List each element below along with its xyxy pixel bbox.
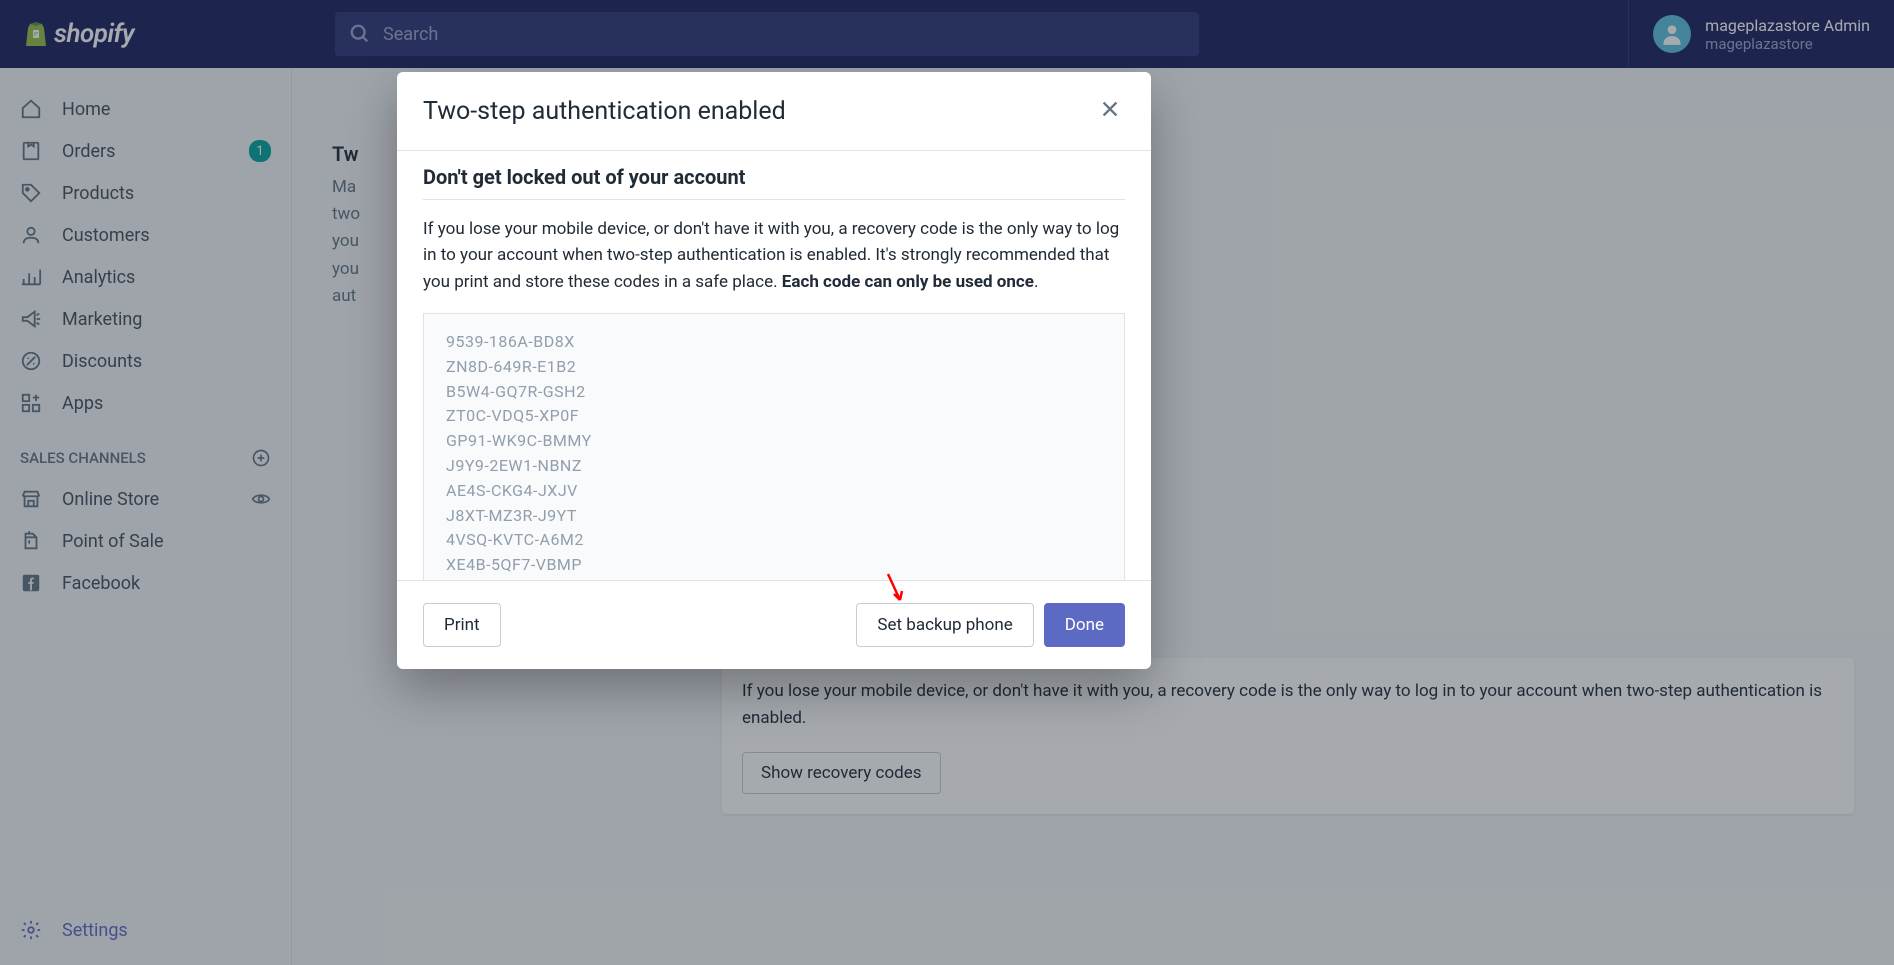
modal-text: If you lose your mobile device, or don't… xyxy=(423,216,1125,295)
two-step-modal: Two-step authentication enabled Don't ge… xyxy=(397,72,1151,669)
recovery-code: B5W4-GQ7R-GSH2 xyxy=(446,380,1102,405)
recovery-code: ZN8D-649R-E1B2 xyxy=(446,355,1102,380)
recovery-code: 9539-186A-BD8X xyxy=(446,330,1102,355)
recovery-codes-box: 9539-186A-BD8X ZN8D-649R-E1B2 B5W4-GQ7R-… xyxy=(423,313,1125,580)
close-icon xyxy=(1099,98,1121,120)
recovery-code: 4VSQ-KVTC-A6M2 xyxy=(446,528,1102,553)
modal-subtitle: Don't get locked out of your account xyxy=(423,151,1125,200)
recovery-code: J8XT-MZ3R-J9YT xyxy=(446,504,1102,529)
modal-header: Two-step authentication enabled xyxy=(397,72,1151,150)
modal-footer: Print Set backup phone Done xyxy=(397,580,1151,669)
recovery-code: J9Y9-2EW1-NBNZ xyxy=(446,454,1102,479)
print-button[interactable]: Print xyxy=(423,603,501,647)
modal-body: Don't get locked out of your account If … xyxy=(397,150,1151,580)
recovery-code: GP91-WK9C-BMMY xyxy=(446,429,1102,454)
recovery-code: ZT0C-VDQ5-XP0F xyxy=(446,404,1102,429)
recovery-code: XE4B-5QF7-VBMP xyxy=(446,553,1102,578)
modal-title: Two-step authentication enabled xyxy=(423,97,786,126)
set-backup-phone-button[interactable]: Set backup phone xyxy=(856,603,1033,647)
close-button[interactable] xyxy=(1095,94,1125,128)
recovery-code: AE4S-CKG4-JXJV xyxy=(446,479,1102,504)
done-button[interactable]: Done xyxy=(1044,603,1125,647)
